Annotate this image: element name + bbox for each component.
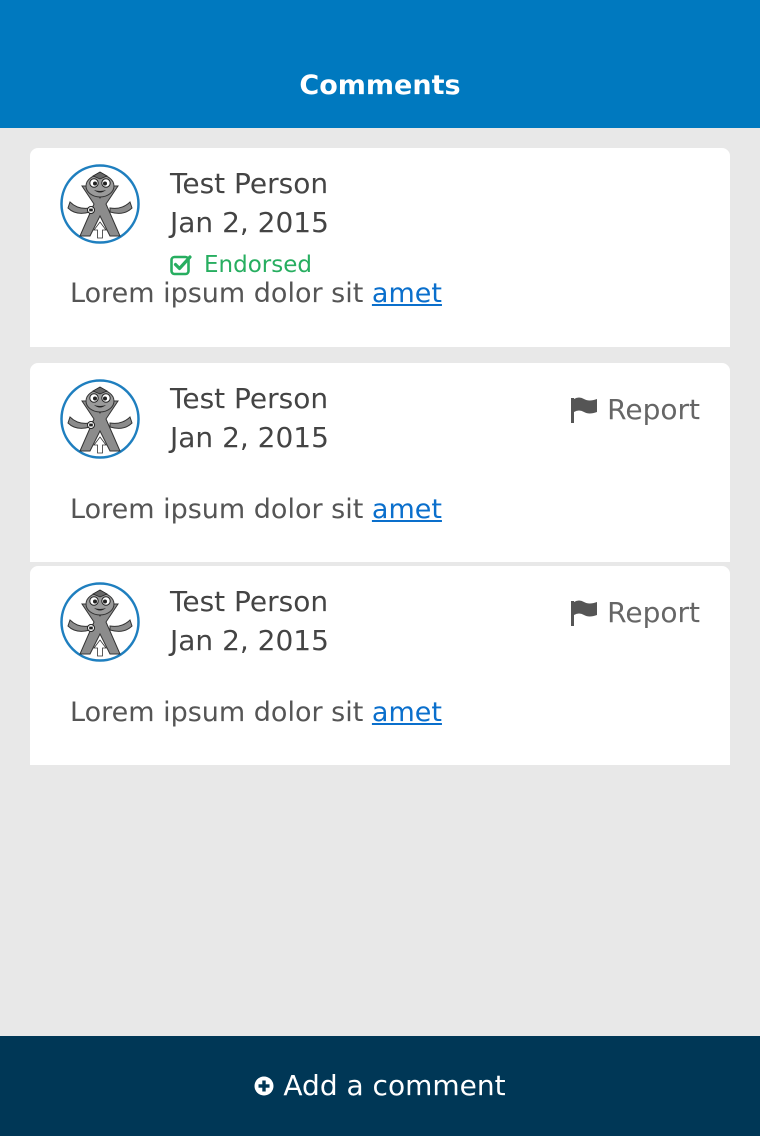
comment-text: Lorem ipsum dolor sit (70, 697, 372, 728)
comment-author[interactable]: Test Person (170, 584, 328, 620)
comment-date: Jan 2, 2015 (170, 624, 329, 657)
flag-icon (570, 397, 598, 423)
report-label: Report (607, 393, 700, 426)
report-button[interactable]: Report (570, 392, 700, 428)
comment-body: Lorem ipsum dolor sit amet (70, 492, 442, 528)
header-bar: Comments (0, 0, 760, 128)
comment-card: Test Person Jan 2, 2015 Report Lorem ips… (30, 363, 730, 562)
plus-circle-icon (254, 1076, 274, 1096)
comment-link[interactable]: amet (372, 494, 442, 525)
comment-body: Lorem ipsum dolor sit amet (70, 695, 442, 731)
add-comment-button[interactable]: Add a comment (0, 1036, 760, 1136)
comment-author[interactable]: Test Person (170, 381, 328, 417)
report-button[interactable]: Report (570, 595, 700, 631)
robot-mascot-avatar-icon (60, 582, 140, 662)
avatar[interactable] (60, 379, 140, 459)
comment-card: Test Person Jan 2, 2015 Endorsed Lorem i… (30, 148, 730, 347)
comment-text: Lorem ipsum dolor sit (70, 494, 372, 525)
page-title: Comments (299, 70, 461, 101)
comment-link[interactable]: amet (372, 697, 442, 728)
flag-icon (570, 600, 598, 626)
comment-author[interactable]: Test Person (170, 166, 328, 202)
robot-mascot-avatar-icon (60, 379, 140, 459)
avatar[interactable] (60, 582, 140, 662)
comment-body: Lorem ipsum dolor sit amet (70, 276, 442, 312)
avatar[interactable] (60, 164, 140, 244)
comment-text: Lorem ipsum dolor sit (70, 278, 372, 309)
add-comment-label: Add a comment (283, 1069, 506, 1102)
comment-card: Test Person Jan 2, 2015 Report Lorem ips… (30, 566, 730, 765)
comment-link[interactable]: amet (372, 278, 442, 309)
comment-date: Jan 2, 2015 (170, 206, 329, 239)
robot-mascot-avatar-icon (60, 164, 140, 244)
report-label: Report (607, 596, 700, 629)
comment-date: Jan 2, 2015 (170, 421, 329, 454)
checkbox-check-icon (170, 254, 192, 276)
